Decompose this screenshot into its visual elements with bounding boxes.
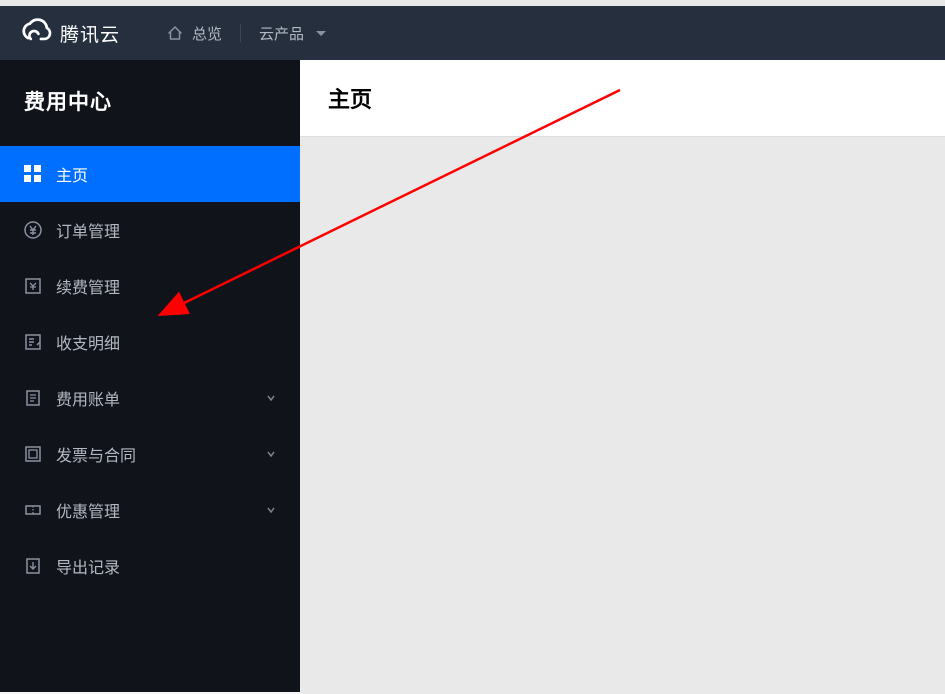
sidebar-item-label: 发票与合同 [56,442,266,466]
nav-overview-label: 总览 [192,23,222,44]
sidebar-item-label: 主页 [56,162,276,186]
sidebar-item-coupons[interactable]: 优惠管理 [0,482,300,538]
sidebar-title: 费用中心 [0,60,300,146]
export-icon [24,557,42,575]
sidebar-item-bills[interactable]: 费用账单 [0,370,300,426]
sidebar-item-label: 收支明细 [56,330,276,354]
sidebar-item-label: 优惠管理 [56,498,266,522]
cloud-logo-icon [18,16,52,50]
yen-circle-icon [24,221,42,239]
chevron-down-icon [266,505,276,515]
nav-products-label: 云产品 [259,23,304,44]
page-header: 主页 [300,60,945,136]
chevron-down-icon [316,31,326,36]
main-layout: 费用中心 主页 订单管理 续费管理 [0,60,945,692]
sidebar-item-label: 订单管理 [56,218,276,242]
top-navigation-bar: 腾讯云 总览 云产品 [0,0,945,60]
receipt-icon [24,333,42,351]
page-title: 主页 [328,82,917,114]
content-body [300,136,945,694]
coupon-icon [24,501,42,519]
sidebar-item-label: 导出记录 [56,554,276,578]
sidebar-item-orders[interactable]: 订单管理 [0,202,300,258]
sidebar-item-home[interactable]: 主页 [0,146,300,202]
sidebar: 费用中心 主页 订单管理 续费管理 [0,60,300,692]
chevron-down-icon [266,449,276,459]
top-nav-links: 总览 云产品 [148,18,344,48]
nav-overview[interactable]: 总览 [148,18,240,48]
invoice-icon [24,445,42,463]
chevron-down-icon [266,393,276,403]
sidebar-item-export[interactable]: 导出记录 [0,538,300,594]
sidebar-item-label: 费用账单 [56,386,266,410]
main-content: 主页 [300,60,945,692]
brand-name: 腾讯云 [60,20,120,47]
renewal-icon [24,277,42,295]
nav-products-dropdown[interactable]: 云产品 [241,18,344,48]
home-icon [166,24,184,42]
sidebar-item-label: 续费管理 [56,274,276,298]
sidebar-item-invoice[interactable]: 发票与合同 [0,426,300,482]
sidebar-item-renewal[interactable]: 续费管理 [0,258,300,314]
bill-icon [24,389,42,407]
grid-icon [24,165,42,183]
sidebar-item-transactions[interactable]: 收支明细 [0,314,300,370]
brand-logo[interactable]: 腾讯云 [18,16,120,50]
